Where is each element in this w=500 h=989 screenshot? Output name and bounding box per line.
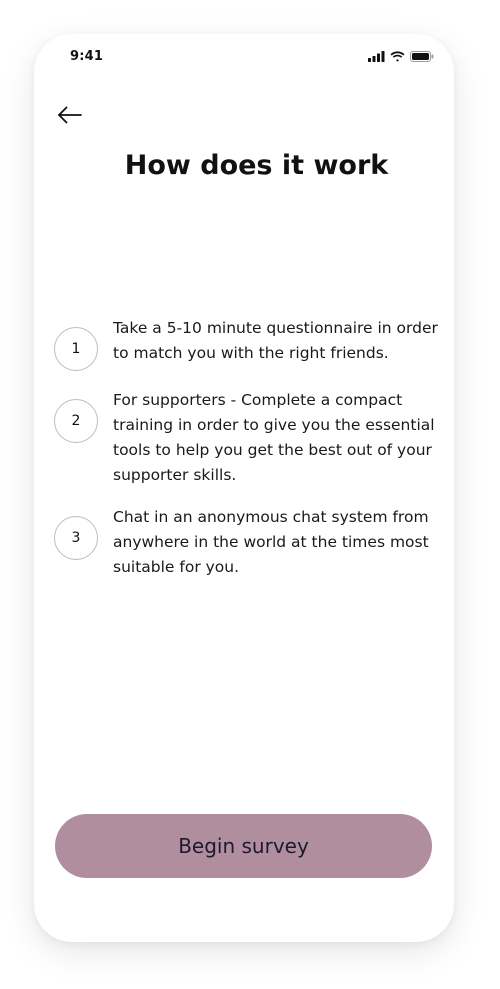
signal-icon xyxy=(368,51,385,62)
step-number-badge: 1 xyxy=(54,327,98,371)
step-number-badge: 2 xyxy=(54,399,98,443)
screen: 9:41 How does it work 1 Take a 5-10 minu… xyxy=(0,0,500,989)
status-icons xyxy=(368,51,434,62)
back-button[interactable] xyxy=(54,102,84,128)
begin-survey-button[interactable]: Begin survey xyxy=(55,814,432,878)
battery-icon xyxy=(410,51,434,62)
status-bar: 9:41 xyxy=(34,34,454,84)
wifi-icon xyxy=(390,51,405,62)
status-time: 9:41 xyxy=(70,49,104,64)
arrow-left-icon xyxy=(58,106,82,124)
step-text: Take a 5-10 minute questionnaire in orde… xyxy=(113,319,438,362)
steps-list: 1 Take a 5-10 minute questionnaire in or… xyxy=(54,316,444,597)
step-item: 2 For supporters - Complete a compact tr… xyxy=(54,388,444,488)
step-text: Chat in an anonymous chat system from an… xyxy=(113,508,429,576)
step-text: For supporters - Complete a compact trai… xyxy=(113,391,435,484)
step-item: 1 Take a 5-10 minute questionnaire in or… xyxy=(54,316,444,371)
step-item: 3 Chat in an anonymous chat system from … xyxy=(54,505,444,580)
step-number-badge: 3 xyxy=(54,516,98,560)
page-title: How does it work xyxy=(124,150,389,181)
phone-frame: 9:41 How does it work 1 Take a 5-10 minu… xyxy=(34,34,454,942)
